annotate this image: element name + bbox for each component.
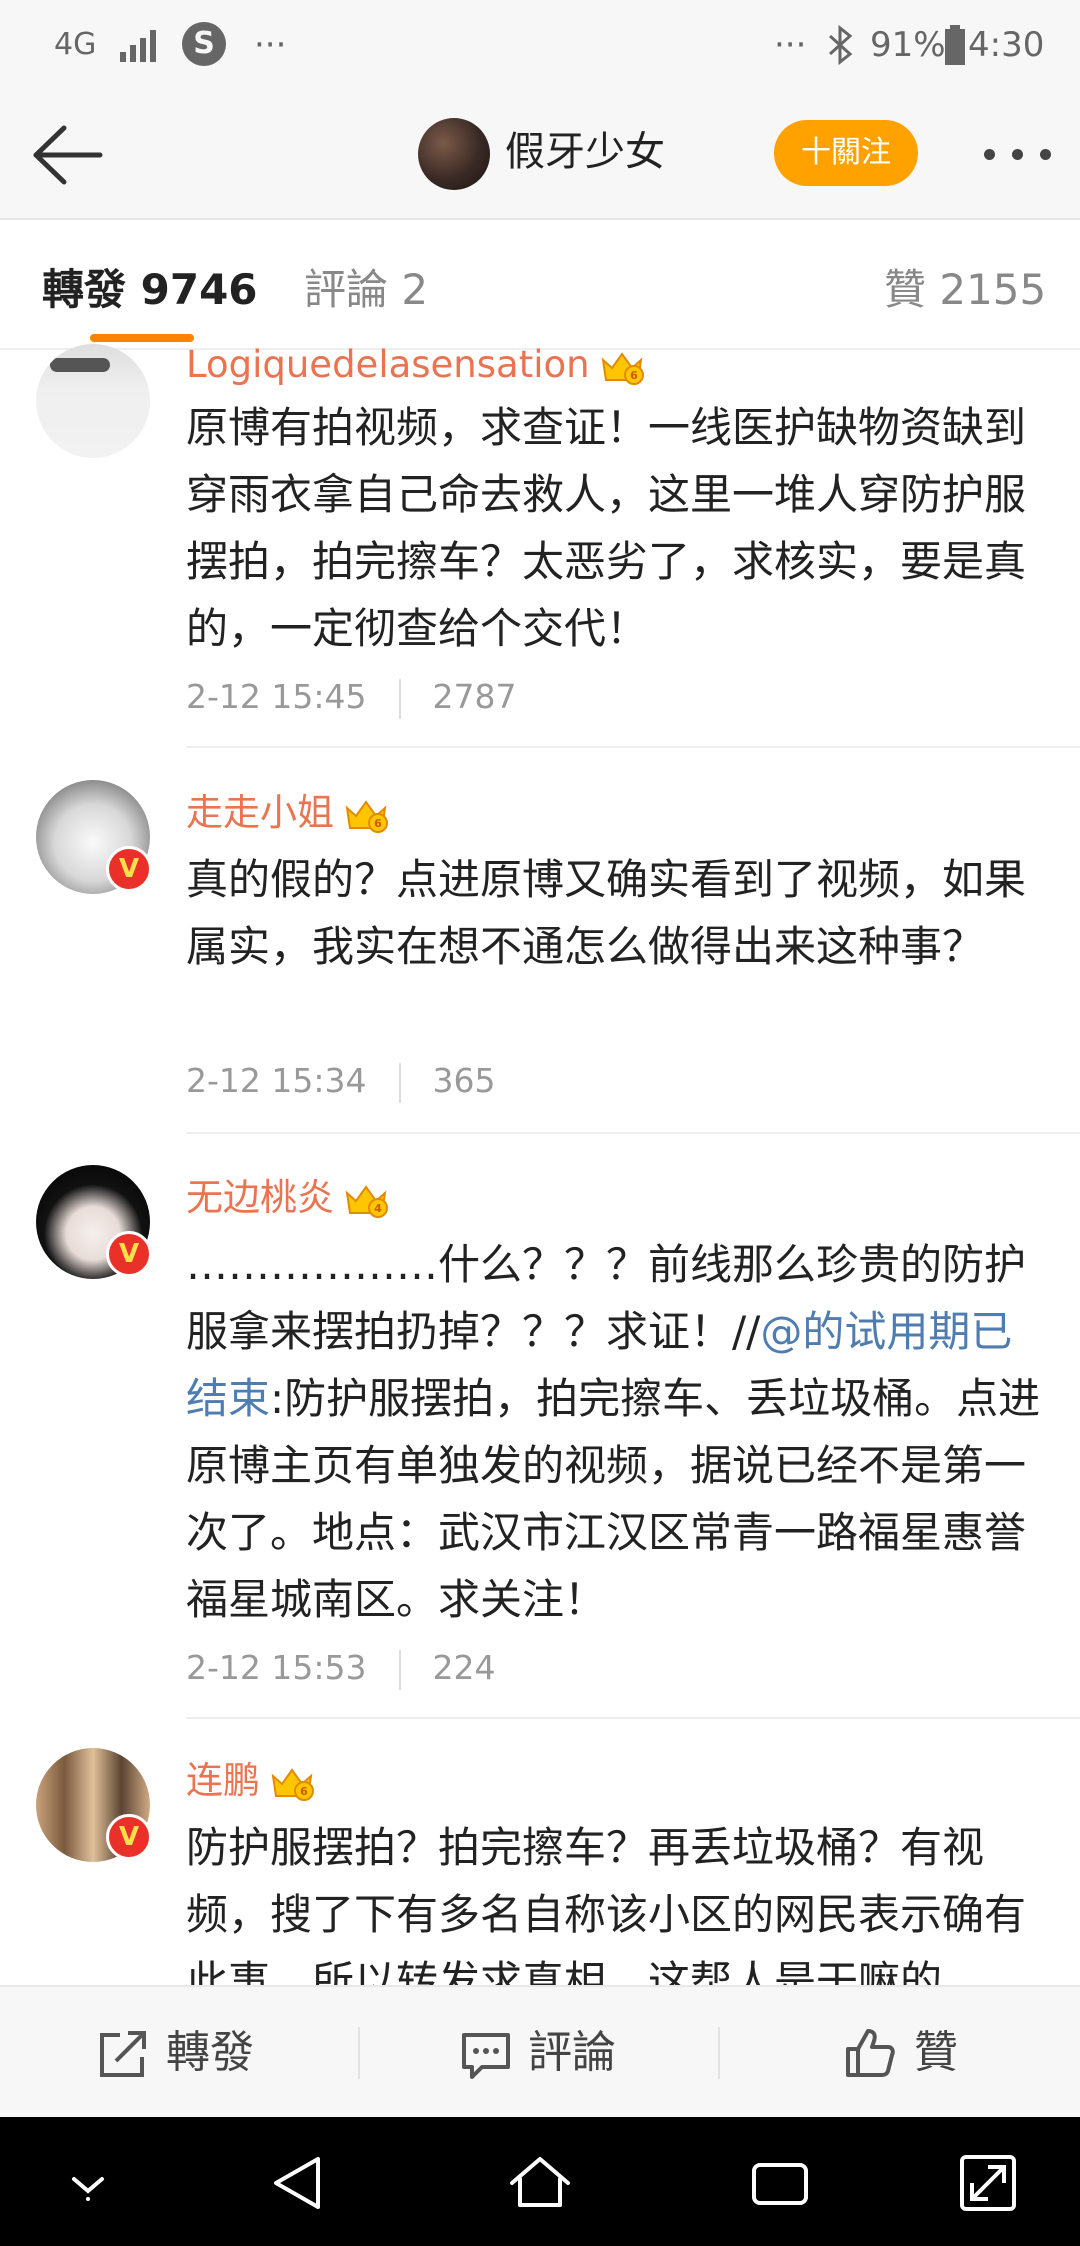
list-item[interactable]: Logiquedelasensation 6 原博有拍视频，求查证！一线医护缺物资… [0, 343, 1080, 750]
poster-avatar[interactable] [418, 118, 490, 190]
comment-count[interactable]: 365 [433, 1061, 496, 1100]
back-arrow-icon[interactable] [28, 120, 108, 190]
like-icon [846, 2029, 895, 2077]
repost-button[interactable]: 轉發 [0, 1987, 358, 2119]
comment-count[interactable]: 224 [433, 1648, 496, 1687]
verified-icon: V [106, 1231, 152, 1277]
page-title[interactable]: 假牙少女 [505, 122, 665, 182]
like-label: 贊 [914, 2027, 958, 2078]
svg-text:6: 6 [630, 369, 638, 382]
comment-username[interactable]: 连鹏 6 [186, 1756, 314, 1806]
tab-repost[interactable]: 轉發 9746 [42, 260, 258, 320]
comment-text: 真的假的？点进原博又确实看到了视频，如果属实，我实在想不通怎么做得出来这种事？ [186, 855, 1027, 971]
status-bar: 4G S ··· ··· 91% 4:30 [0, 0, 1080, 92]
crown-icon: 4 [345, 1184, 388, 1218]
divider [186, 1717, 1080, 1719]
nav-back-icon[interactable] [258, 2143, 338, 2223]
like-button[interactable]: 贊 [720, 1987, 1078, 2119]
comment-meta: 2-12 15:34 365 [186, 1056, 496, 1106]
comment-text: 防护服摆拍？拍完擦车？再丢垃圾桶？有视频，搜了下有多名自称该小区的网民表示确有此… [186, 1823, 1027, 1985]
header: 假牙少女 十關注 [0, 92, 1080, 220]
comment-time: 2-12 15:34 [186, 1061, 367, 1100]
battery-icon [945, 25, 965, 65]
nav-recents-icon[interactable] [740, 2143, 820, 2223]
list-item[interactable]: V 走走小姐 6 真的假的？点进原博又确实看到了视频，如果属实，我实在想不通怎么做… [0, 780, 1080, 1134]
tab-bar: 轉發 9746 評論 2 贊 2155 [0, 220, 1080, 350]
crown-icon: 6 [601, 351, 644, 385]
comment-username[interactable]: 走走小姐 6 [186, 788, 388, 838]
system-nav-bar [0, 2117, 1080, 2246]
svg-text:6: 6 [300, 1785, 308, 1798]
svg-text:4: 4 [374, 1202, 382, 1215]
avatar[interactable] [36, 344, 150, 458]
comment-icon [462, 2033, 510, 2079]
comment-count[interactable]: 2787 [433, 677, 517, 716]
comment-label: 評論 [528, 2027, 616, 2078]
status-overflow-right: ··· [774, 25, 807, 65]
comment-meta: 2-12 15:45 2787 [186, 672, 516, 722]
crown-icon: 6 [271, 1767, 314, 1801]
signal-icon [120, 30, 156, 62]
bottom-toolbar: 轉發 評論 贊 [0, 1985, 1080, 2119]
svg-text:6: 6 [374, 817, 382, 830]
comment-text: 原博有拍视频，求查证！一线医护缺物资缺到穿雨衣拿自己命去救人，这里一堆人穿防护服… [186, 403, 1027, 653]
comment-time: 2-12 15:53 [186, 1648, 367, 1687]
comment-button[interactable]: 評論 [360, 1987, 718, 2119]
list-item[interactable]: V 无边桃炎 4 ………………什么？？？前线那么珍贵的防护服拿来摆拍扔掉？？？求证… [0, 1165, 1080, 1725]
nav-home-icon[interactable] [500, 2143, 580, 2223]
tab-comment[interactable]: 評論 2 [304, 260, 428, 320]
nav-down-icon[interactable] [48, 2143, 128, 2223]
repost-icon [100, 2031, 146, 2077]
comment-username[interactable]: Logiquedelasensation 6 [186, 340, 644, 390]
divider [186, 746, 1080, 748]
comment-text: ………………什么？？？前线那么珍贵的防护服拿来摆拍扔掉？？？求证！//@的试用期… [186, 1240, 1041, 1624]
comment-time: 2-12 15:45 [186, 677, 367, 716]
verified-icon: V [106, 1814, 152, 1860]
nav-expand-icon[interactable] [948, 2143, 1028, 2223]
app-s-icon: S [182, 22, 226, 66]
status-overflow-left: ··· [254, 25, 287, 65]
tab-indicator [90, 334, 194, 342]
comment-username[interactable]: 无边桃炎 4 [186, 1173, 388, 1223]
divider [186, 1132, 1080, 1134]
more-icon[interactable] [972, 122, 1062, 182]
crown-icon: 6 [345, 799, 388, 833]
bluetooth-icon [828, 24, 853, 66]
list-item[interactable]: V 连鹏 6 防护服摆拍？拍完擦车？再丢垃圾桶？有视频，搜了下有多名自称该小区的网… [0, 1748, 1080, 1985]
repost-label: 轉發 [166, 2027, 254, 2078]
verified-icon: V [106, 846, 152, 892]
follow-button[interactable]: 十關注 [774, 120, 918, 186]
battery-percent: 91% [870, 25, 946, 65]
clock: 4:30 [968, 25, 1045, 65]
comment-meta: 2-12 15:53 224 [186, 1643, 496, 1693]
tab-like[interactable]: 贊 2155 [884, 260, 1046, 320]
network-indicator: 4G [54, 27, 97, 62]
